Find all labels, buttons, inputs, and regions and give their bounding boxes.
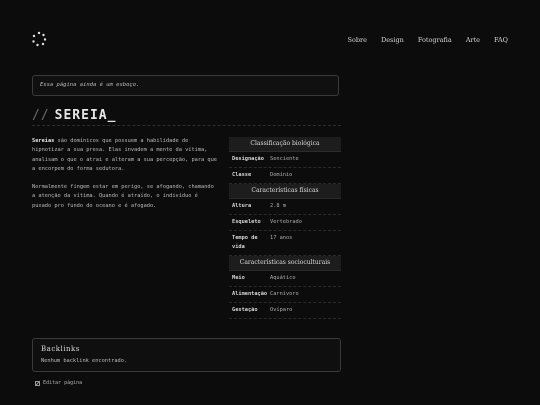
edit-icon [35, 380, 40, 386]
title-text: SEREIA [54, 108, 108, 123]
infobox-value: Aquático [270, 275, 296, 281]
infobox-section-biological: Classificação biológica [229, 137, 341, 152]
main-nav: Sobre Design Fotografia Arte FAQ [334, 36, 509, 44]
infobox-value: 17 anos [270, 235, 293, 241]
site-logo-icon[interactable] [31, 31, 47, 47]
infobox-row: Tempo de vida 17 anos [229, 231, 341, 256]
infobox-row: Esqueleto Vertebrado [229, 215, 341, 231]
backlinks-empty-text: Nenhum backlink encontrado. [41, 358, 128, 364]
edit-page-link[interactable]: Editar página [35, 380, 82, 386]
draft-notice-text: Essa página ainda é um esboço. [40, 82, 140, 88]
infobox-key: Designação [232, 156, 264, 162]
nav-fotografia[interactable]: Fotografia [418, 36, 452, 44]
infobox-key: Esqueleto [232, 219, 261, 225]
infobox-value: Vertebrado [270, 219, 302, 225]
backlinks-title: Backlinks [41, 345, 80, 353]
infobox-key: Alimentação [232, 291, 268, 297]
infobox: Classificação biológica Designação Senci… [229, 137, 341, 319]
infobox-row: Classe Domínio [229, 168, 341, 184]
nav-design[interactable]: Design [381, 36, 404, 44]
infobox-key: Altura [232, 203, 252, 209]
intro-paragraph-1-text: são domínicos que possuem a habilidade d… [32, 138, 217, 172]
infobox-value: 2.8 m [270, 203, 286, 209]
edit-page-label: Editar página [43, 380, 83, 386]
intro-paragraph-1: Sereias são domínicos que possuem a habi… [32, 137, 218, 174]
infobox-key: Classe [232, 172, 252, 178]
article-body: Sereias são domínicos que possuem a habi… [32, 137, 218, 220]
nav-arte[interactable]: Arte [466, 36, 480, 44]
infobox-key: Meio [232, 275, 245, 281]
infobox-value: Carnívoro [270, 291, 299, 297]
infobox-value: Domínio [270, 172, 293, 178]
title-prefix: // [32, 108, 50, 123]
infobox-value: Ovíparo [270, 307, 293, 313]
draft-notice: Essa página ainda é um esboço. [32, 75, 339, 96]
infobox-row: Altura 2.8 m [229, 199, 341, 215]
infobox-row: Meio Aquático [229, 271, 341, 287]
title-cursor: _ [107, 108, 117, 123]
infobox-row: Alimentação Carnívoro [229, 287, 341, 303]
intro-bold-term: Sereias [32, 138, 55, 144]
nav-sobre[interactable]: Sobre [348, 36, 367, 44]
infobox-section-sociocultural: Características socioculturais [229, 256, 341, 271]
infobox-section-physical: Características físicas [229, 184, 341, 199]
page-title: // SEREIA_ [32, 108, 116, 123]
backlinks-panel: Backlinks Nenhum backlink encontrado. [32, 338, 341, 372]
intro-paragraph-2: Normalmente fingem estar em perigo, se a… [32, 184, 214, 209]
title-divider [32, 125, 341, 126]
infobox-key: Tempo de vida [232, 235, 258, 250]
infobox-row: Designação Senciente [229, 152, 341, 168]
infobox-value: Senciente [270, 156, 299, 162]
infobox-key: Gestação [232, 307, 258, 313]
nav-faq[interactable]: FAQ [494, 36, 508, 44]
infobox-row: Gestação Ovíparo [229, 303, 341, 319]
